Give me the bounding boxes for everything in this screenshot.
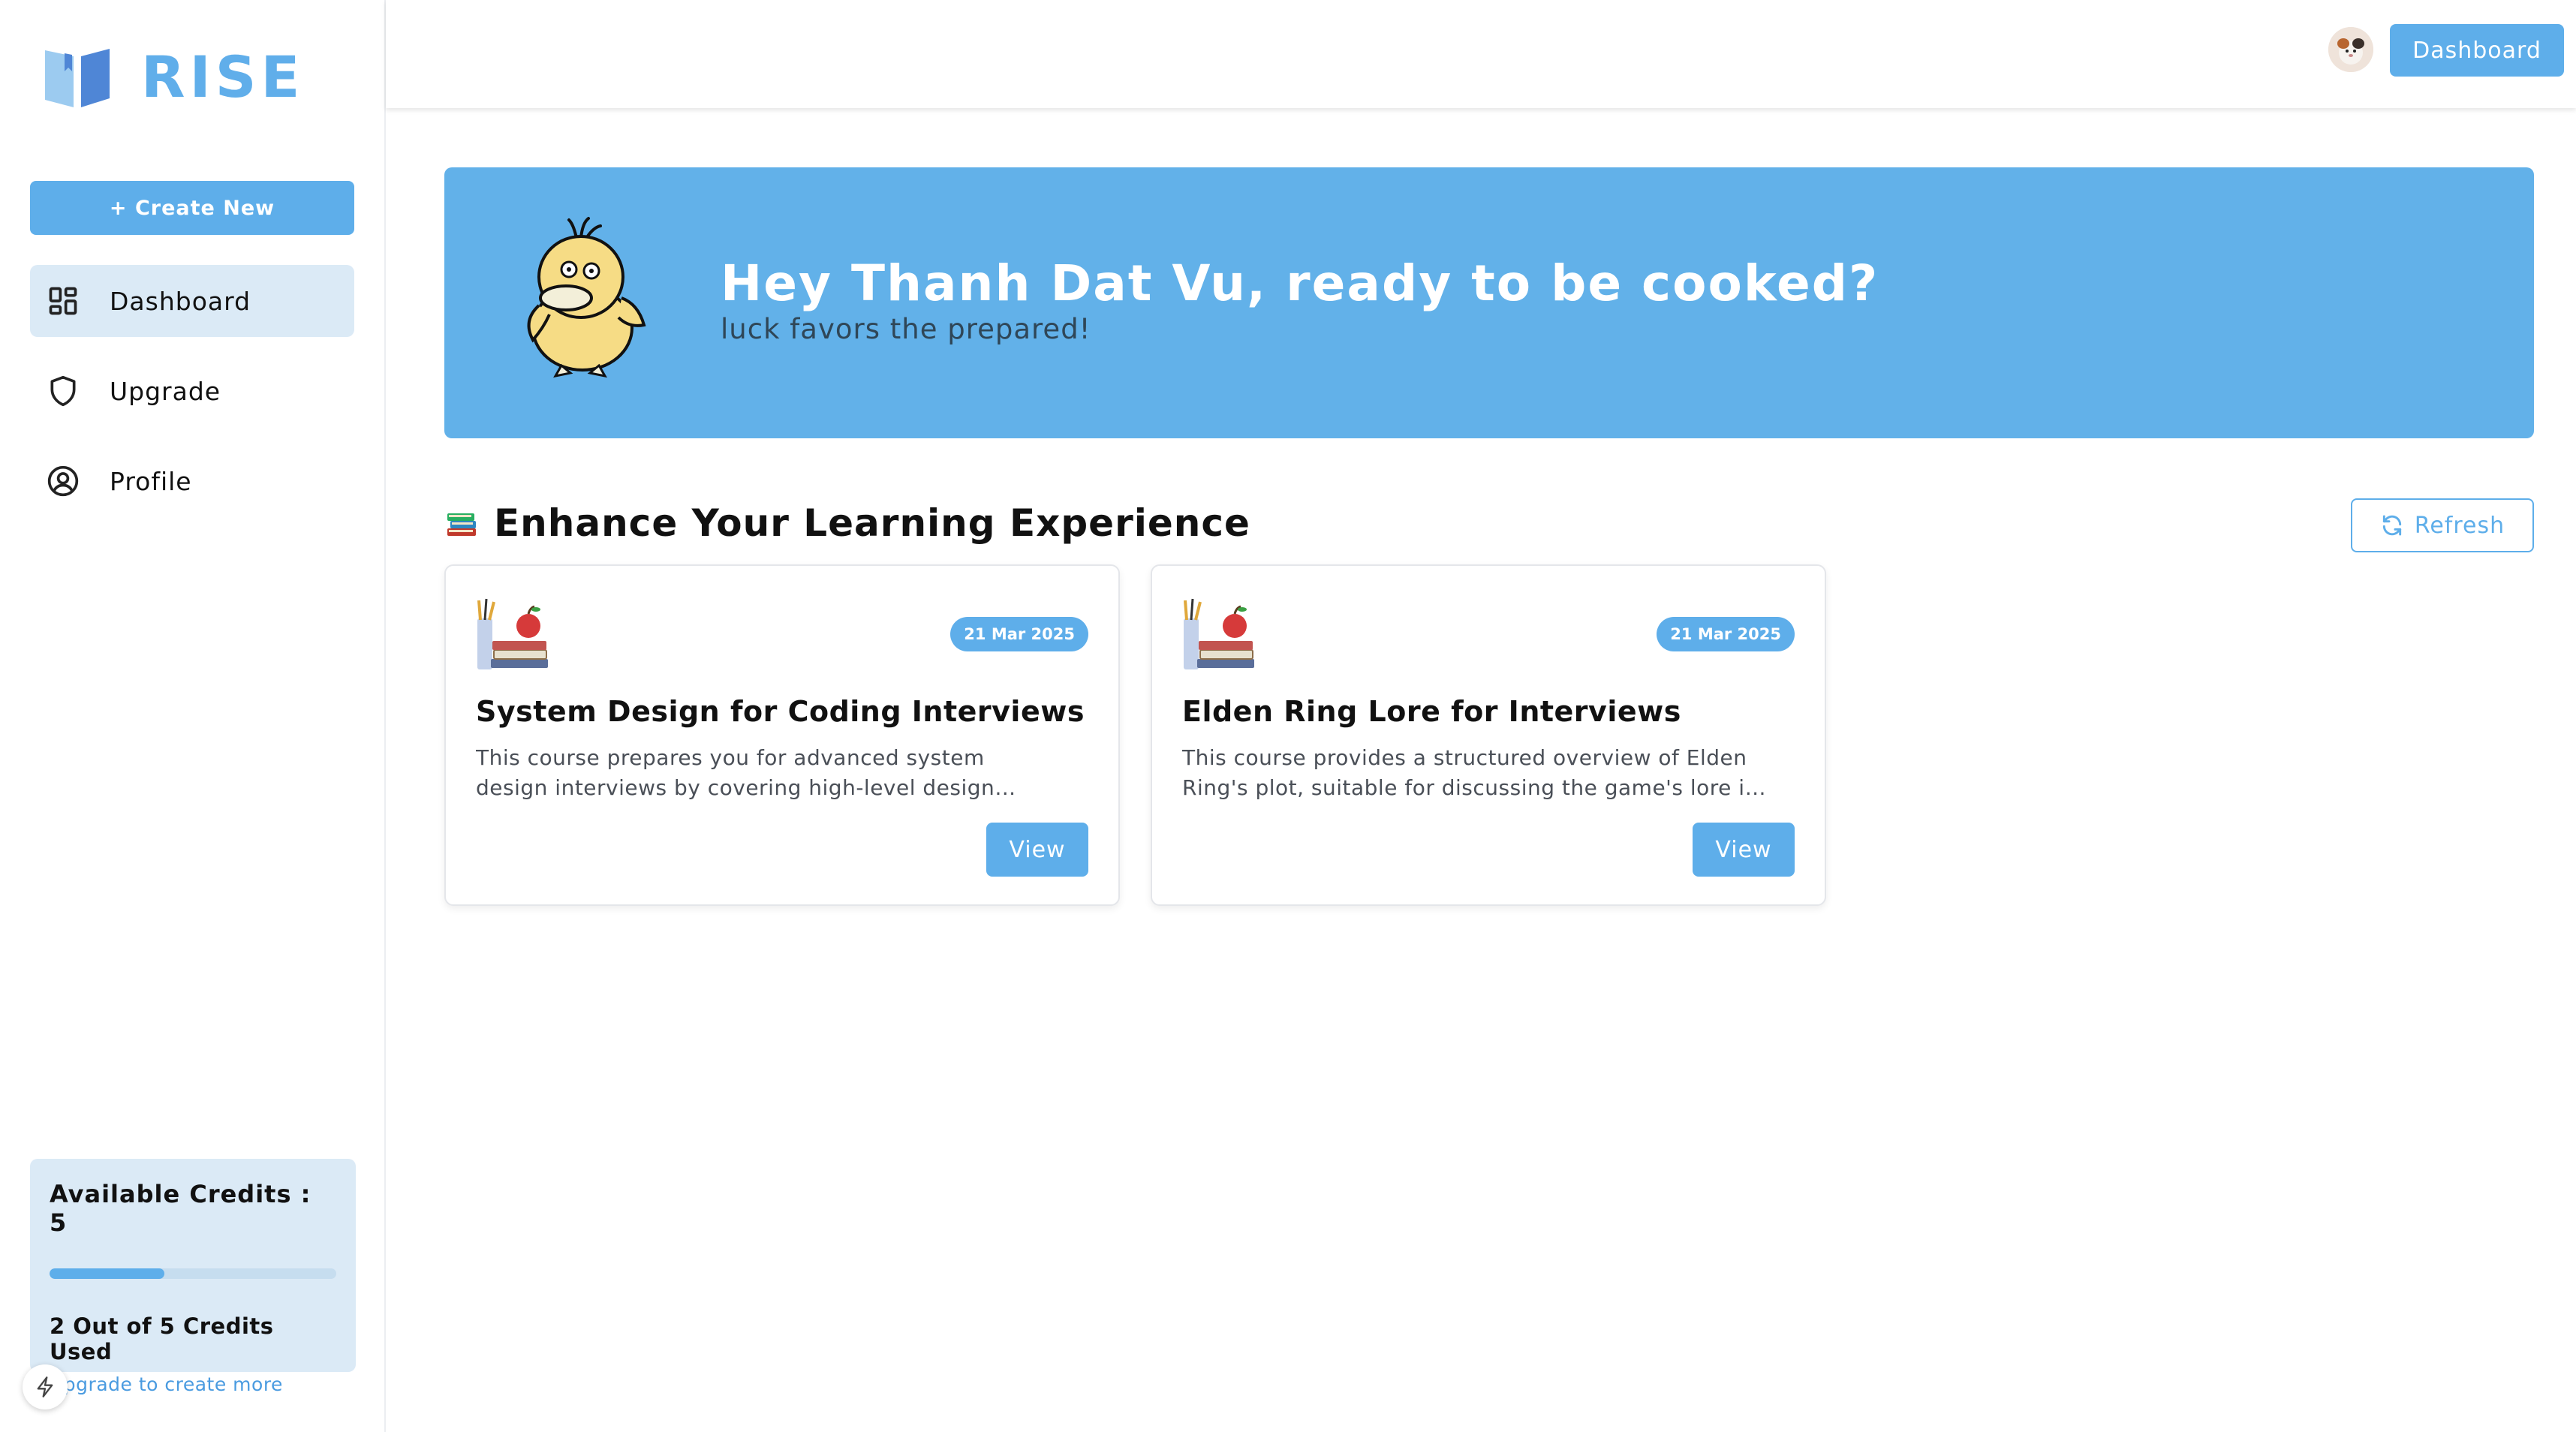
logo[interactable]: RISE <box>42 44 304 110</box>
date-badge: 21 Mar 2025 <box>1657 617 1795 651</box>
hero-subtitle: luck favors the prepared! <box>721 313 1091 345</box>
refresh-icon <box>2382 515 2401 536</box>
sidebar-item-label: Upgrade <box>110 376 221 406</box>
top-header <box>386 0 2576 108</box>
books-icon <box>447 513 476 536</box>
sidebar-item-label: Profile <box>110 466 192 496</box>
books-apple-icon <box>477 598 548 669</box>
section-heading: Enhance Your Learning Experience <box>444 501 1250 545</box>
credits-progress-fill <box>50 1268 164 1279</box>
course-card[interactable]: 21 Mar 2025 Elden Ring Lore for Intervie… <box>1151 564 1826 906</box>
avatar-image <box>2328 27 2373 72</box>
shield-icon <box>50 375 76 407</box>
credits-progress-bar <box>50 1268 336 1279</box>
course-card[interactable]: 21 Mar 2025 System Design for Coding Int… <box>444 564 1120 906</box>
logo-text: RISE <box>141 44 305 110</box>
open-book-logo-icon <box>45 48 110 107</box>
section-title: Enhance Your Learning Experience <box>494 501 1250 545</box>
layout-grid-icon <box>49 287 77 315</box>
view-button[interactable]: View <box>1693 823 1795 877</box>
books-apple-icon <box>1184 598 1254 669</box>
upgrade-link[interactable]: Upgrade to create more <box>50 1373 336 1395</box>
credits-title: Available Credits : 5 <box>50 1180 311 1237</box>
sidebar: RISE + Create New Dashboard Upgrade Prof… <box>0 0 386 1432</box>
refresh-button[interactable]: Refresh <box>2351 498 2534 552</box>
welcome-banner: Hey Thanh Dat Vu, ready to be cooked? lu… <box>444 167 2534 438</box>
course-title: Elden Ring Lore for Interviews <box>1182 695 1681 728</box>
create-new-button[interactable]: + Create New <box>30 181 354 235</box>
course-title: System Design for Coding Interviews <box>476 695 1085 728</box>
duck-mascot-icon <box>527 217 646 378</box>
credits-used-text: 2 Out of 5 Credits Used <box>50 1313 274 1364</box>
bolt-icon <box>37 1376 53 1397</box>
sidebar-item-profile[interactable]: Profile <box>30 445 354 517</box>
course-description: This course prepares you for advanced sy… <box>476 745 995 800</box>
hero-title: Hey Thanh Dat Vu, ready to be cooked? <box>721 254 1879 312</box>
date-badge: 21 Mar 2025 <box>950 617 1088 651</box>
credits-card: Available Credits : 5 2 Out of 5 Credits… <box>30 1159 356 1395</box>
course-description: This course provides a structured overvi… <box>1182 745 1759 800</box>
view-button[interactable]: View <box>986 823 1088 877</box>
sidebar-item-upgrade[interactable]: Upgrade <box>30 355 354 427</box>
header-dashboard-button[interactable]: Dashboard <box>2390 24 2564 77</box>
sidebar-item-dashboard[interactable]: Dashboard <box>30 265 354 337</box>
bolt-button[interactable] <box>23 1364 68 1409</box>
refresh-label: Refresh <box>2414 512 2505 539</box>
user-circle-icon <box>47 465 79 497</box>
avatar[interactable] <box>2328 27 2373 72</box>
sidebar-item-label: Dashboard <box>110 286 251 316</box>
